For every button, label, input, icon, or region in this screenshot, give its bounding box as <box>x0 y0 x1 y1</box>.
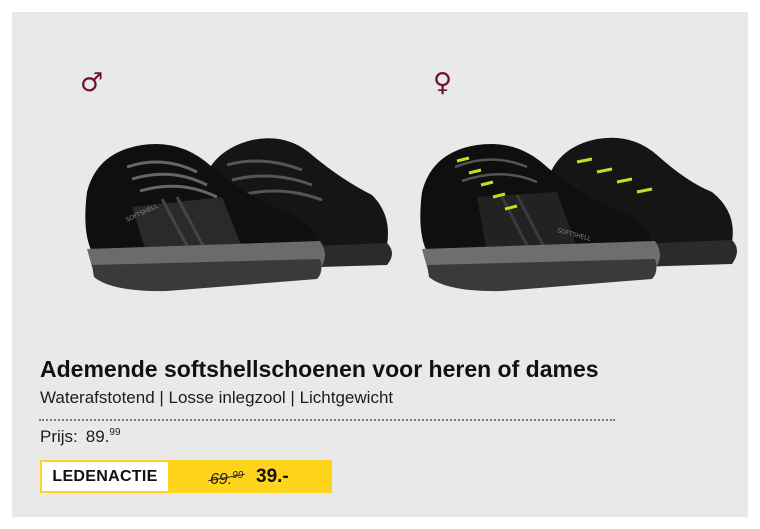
price-cents: 99 <box>109 427 121 438</box>
product-title: Ademende softshellschoenen voor heren of… <box>40 356 599 382</box>
member-deal-label: LEDENACTIE <box>42 462 168 491</box>
male-symbol-icon: ♂ <box>80 68 104 98</box>
dotted-divider <box>39 419 615 421</box>
member-deal-bar[interactable]: LEDENACTIE 69.99 39.- <box>40 460 332 493</box>
men-shoes-image[interactable]: SOFTSHELL <box>72 117 402 292</box>
female-symbol-icon: ♀ <box>433 68 453 98</box>
price-label: Prijs: <box>40 427 78 446</box>
product-card[interactable]: ♂ ♀ SOFTSHELL SOFTSHELL Ademende softshe… <box>12 12 748 517</box>
price-main: 89. <box>85 427 110 446</box>
product-subtitle: Waterafstotend | Losse inlegzool | Licht… <box>40 388 394 407</box>
regular-price: Prijs: 89.99 <box>40 427 121 447</box>
women-shoes-image[interactable]: SOFTSHELL <box>407 122 737 297</box>
old-price: 69.99 <box>208 466 246 490</box>
member-price: 39.- <box>256 466 289 487</box>
